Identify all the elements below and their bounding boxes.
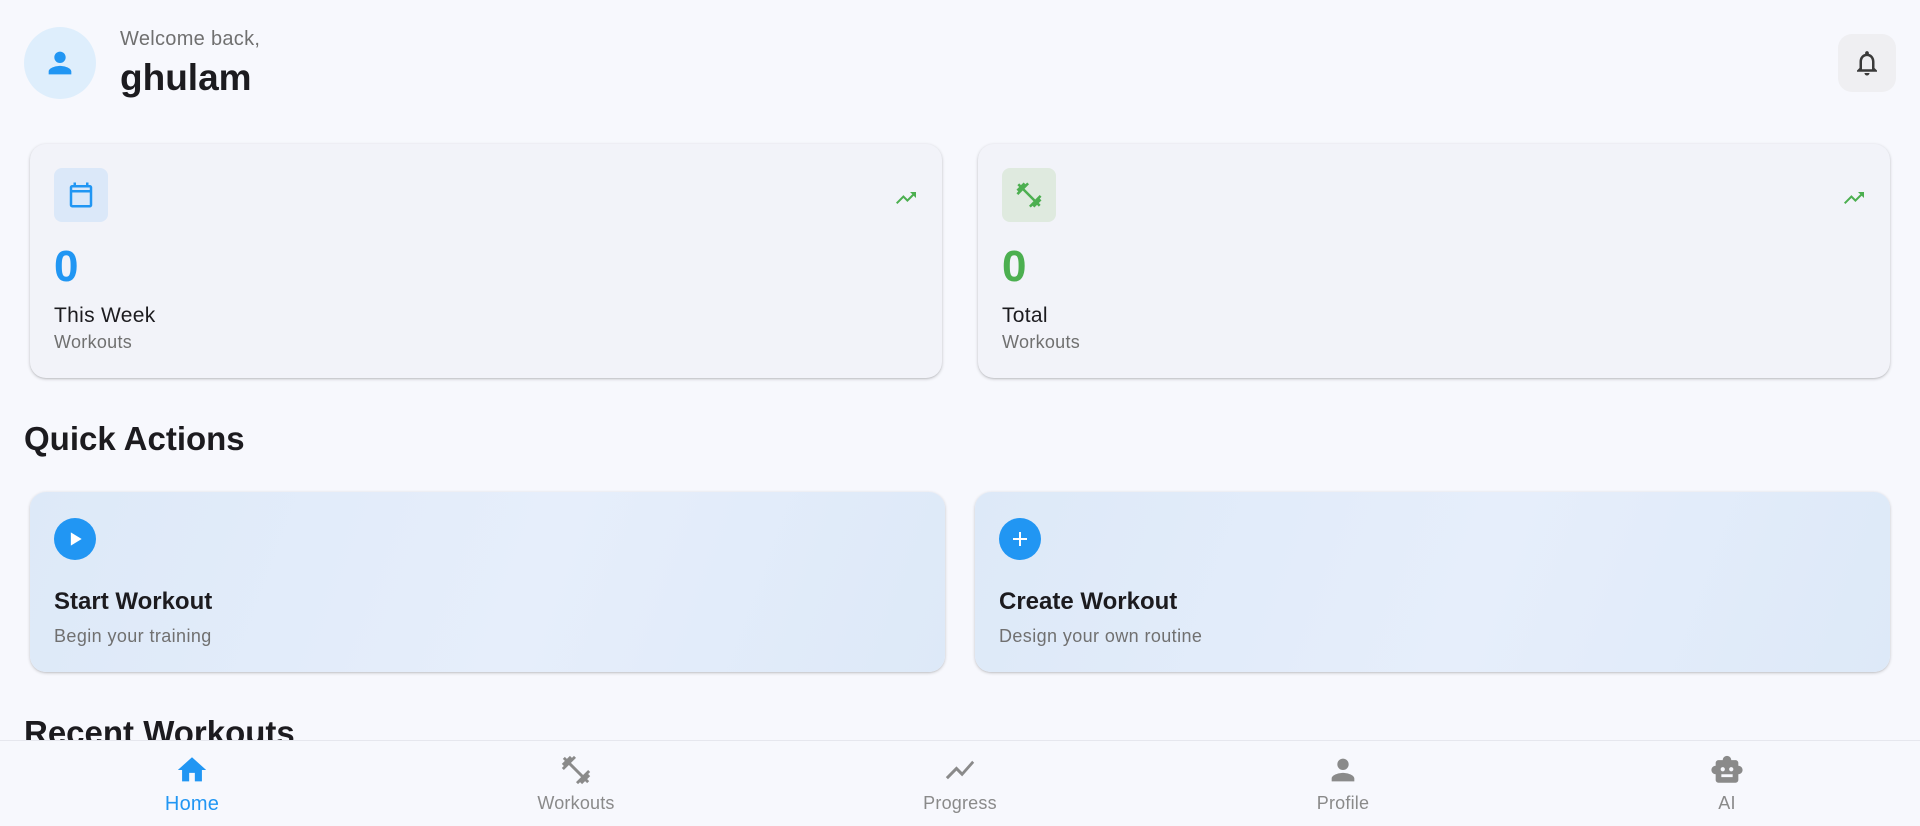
trending-up-icon [1844, 192, 1864, 204]
action-icon [54, 518, 96, 560]
nav-item-ai[interactable]: AI [1647, 753, 1807, 823]
stat-icon-box [1002, 168, 1056, 222]
nav-label: Home [164, 793, 220, 815]
start-workout-button[interactable]: Start Workout Begin your training [30, 492, 945, 672]
nav-item-home[interactable]: Home [112, 753, 272, 823]
nav-label: AI [1718, 793, 1736, 813]
bottom-nav: Home Workouts Progress Profile AI [0, 740, 1920, 826]
stat-label: This Week [54, 304, 156, 327]
dumbbell-icon [561, 755, 591, 785]
welcome-text: Welcome back, [120, 27, 261, 50]
nav-item-workouts[interactable]: Workouts [496, 753, 656, 823]
stat-card-this-week[interactable]: 0 This Week Workouts [30, 144, 942, 378]
stat-value: 0 [1002, 242, 1027, 291]
nav-item-progress[interactable]: Progress [880, 753, 1040, 823]
action-title: Start Workout [54, 588, 213, 615]
notifications-button[interactable] [1838, 34, 1896, 92]
stat-label: Total [1002, 304, 1048, 327]
header: Welcome back, ghulam [24, 26, 1896, 100]
stat-sub: Workouts [54, 332, 133, 352]
action-title: Create Workout [999, 588, 1178, 615]
trend-icon [945, 760, 975, 780]
welcome-block: Welcome back, ghulam [120, 28, 260, 99]
nav-label: Profile [1316, 793, 1370, 813]
calendar-icon [69, 182, 93, 208]
home-icon [177, 757, 207, 782]
person-icon [48, 51, 72, 75]
create-workout-button[interactable]: Create Workout Design your own routine [975, 492, 1890, 672]
action-subtitle: Design your own routine [999, 626, 1203, 646]
action-subtitle: Begin your training [54, 626, 212, 646]
nav-label: Progress [923, 793, 997, 813]
stat-card-total[interactable]: 0 Total Workouts [978, 144, 1890, 378]
action-icon [999, 518, 1041, 560]
stat-sub: Workouts [1002, 332, 1081, 352]
trending-up-icon [896, 192, 916, 204]
bell-icon [1857, 51, 1877, 76]
user-name: ghulam [120, 56, 252, 98]
person-icon [1331, 758, 1355, 782]
play-icon [70, 532, 82, 546]
quick-actions-title: Quick Actions [24, 420, 245, 457]
nav-item-profile[interactable]: Profile [1263, 753, 1423, 823]
stat-icon-box [54, 168, 108, 222]
stat-value: 0 [54, 242, 79, 291]
robot-icon [1711, 755, 1743, 783]
nav-label: Workouts [537, 793, 615, 813]
plus-icon [1013, 532, 1027, 546]
avatar[interactable] [24, 27, 96, 99]
dumbbell-icon [1016, 182, 1042, 208]
